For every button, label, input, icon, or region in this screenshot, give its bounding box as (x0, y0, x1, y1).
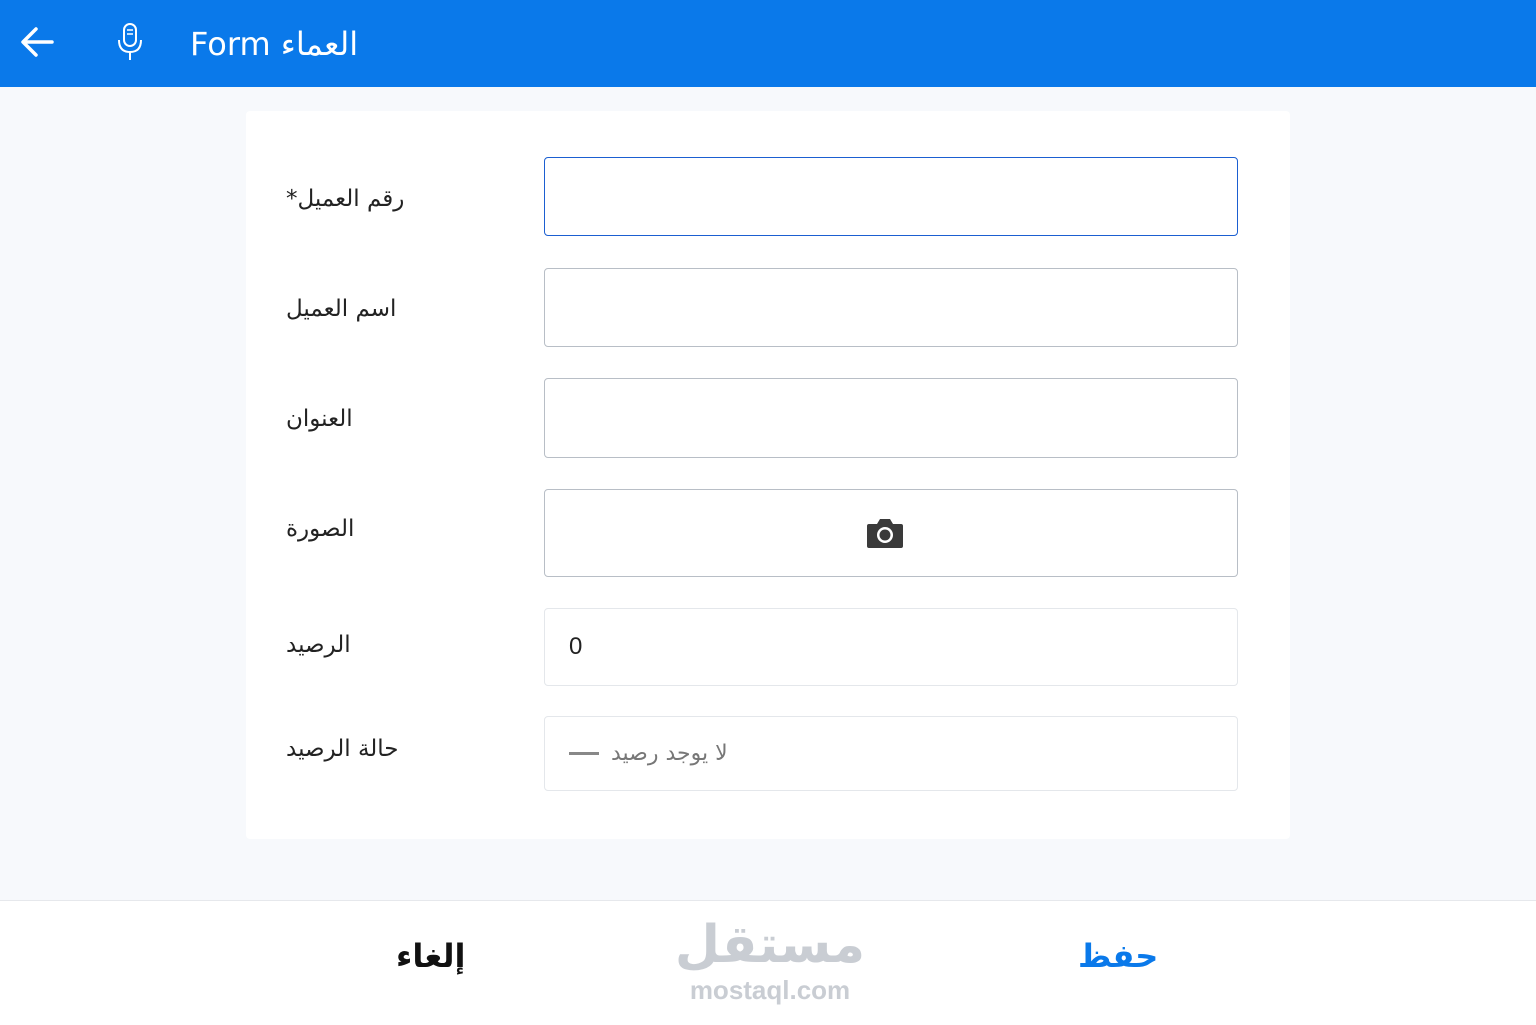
customer-name-field[interactable] (544, 268, 1238, 347)
balance-status-label: حالة الرصيد (286, 736, 399, 762)
dash-icon (569, 752, 599, 755)
photo-label: الصورة (286, 516, 355, 542)
watermark-domain: mostaql.com (689, 975, 851, 1005)
customer-name-input[interactable] (545, 269, 1237, 346)
balance-status-value: لا يوجد رصيد (611, 741, 728, 766)
watermark-logo: مستقل mostaql.com (670, 915, 870, 1005)
photo-picker[interactable] (544, 489, 1238, 577)
page-title: العماء Form (190, 25, 359, 63)
address-label: العنوان (286, 406, 353, 432)
address-field[interactable] (544, 378, 1238, 458)
customer-number-label: رقم العميل* (286, 186, 405, 212)
balance-field: 0 (544, 608, 1238, 686)
customer-number-input[interactable] (545, 158, 1237, 235)
app-header: العماء Form (0, 0, 1536, 87)
microphone-icon[interactable] (114, 22, 146, 62)
cancel-button[interactable]: إلغاء (396, 937, 465, 975)
balance-label: الرصيد (286, 632, 351, 658)
back-arrow-icon[interactable] (18, 22, 58, 62)
address-input[interactable] (545, 379, 1237, 457)
balance-status-field: لا يوجد رصيد (544, 716, 1238, 791)
action-bar: إلغاء مستقل mostaql.com حفظ (0, 900, 1536, 1025)
watermark-arabic: مستقل (674, 915, 866, 975)
balance-status: لا يوجد رصيد (569, 717, 728, 790)
camera-icon[interactable] (865, 516, 905, 550)
save-button[interactable]: حفظ (1078, 937, 1158, 975)
customer-name-label: اسم العميل (286, 296, 397, 322)
customer-number-field[interactable] (544, 157, 1238, 236)
balance-value: 0 (569, 633, 583, 660)
